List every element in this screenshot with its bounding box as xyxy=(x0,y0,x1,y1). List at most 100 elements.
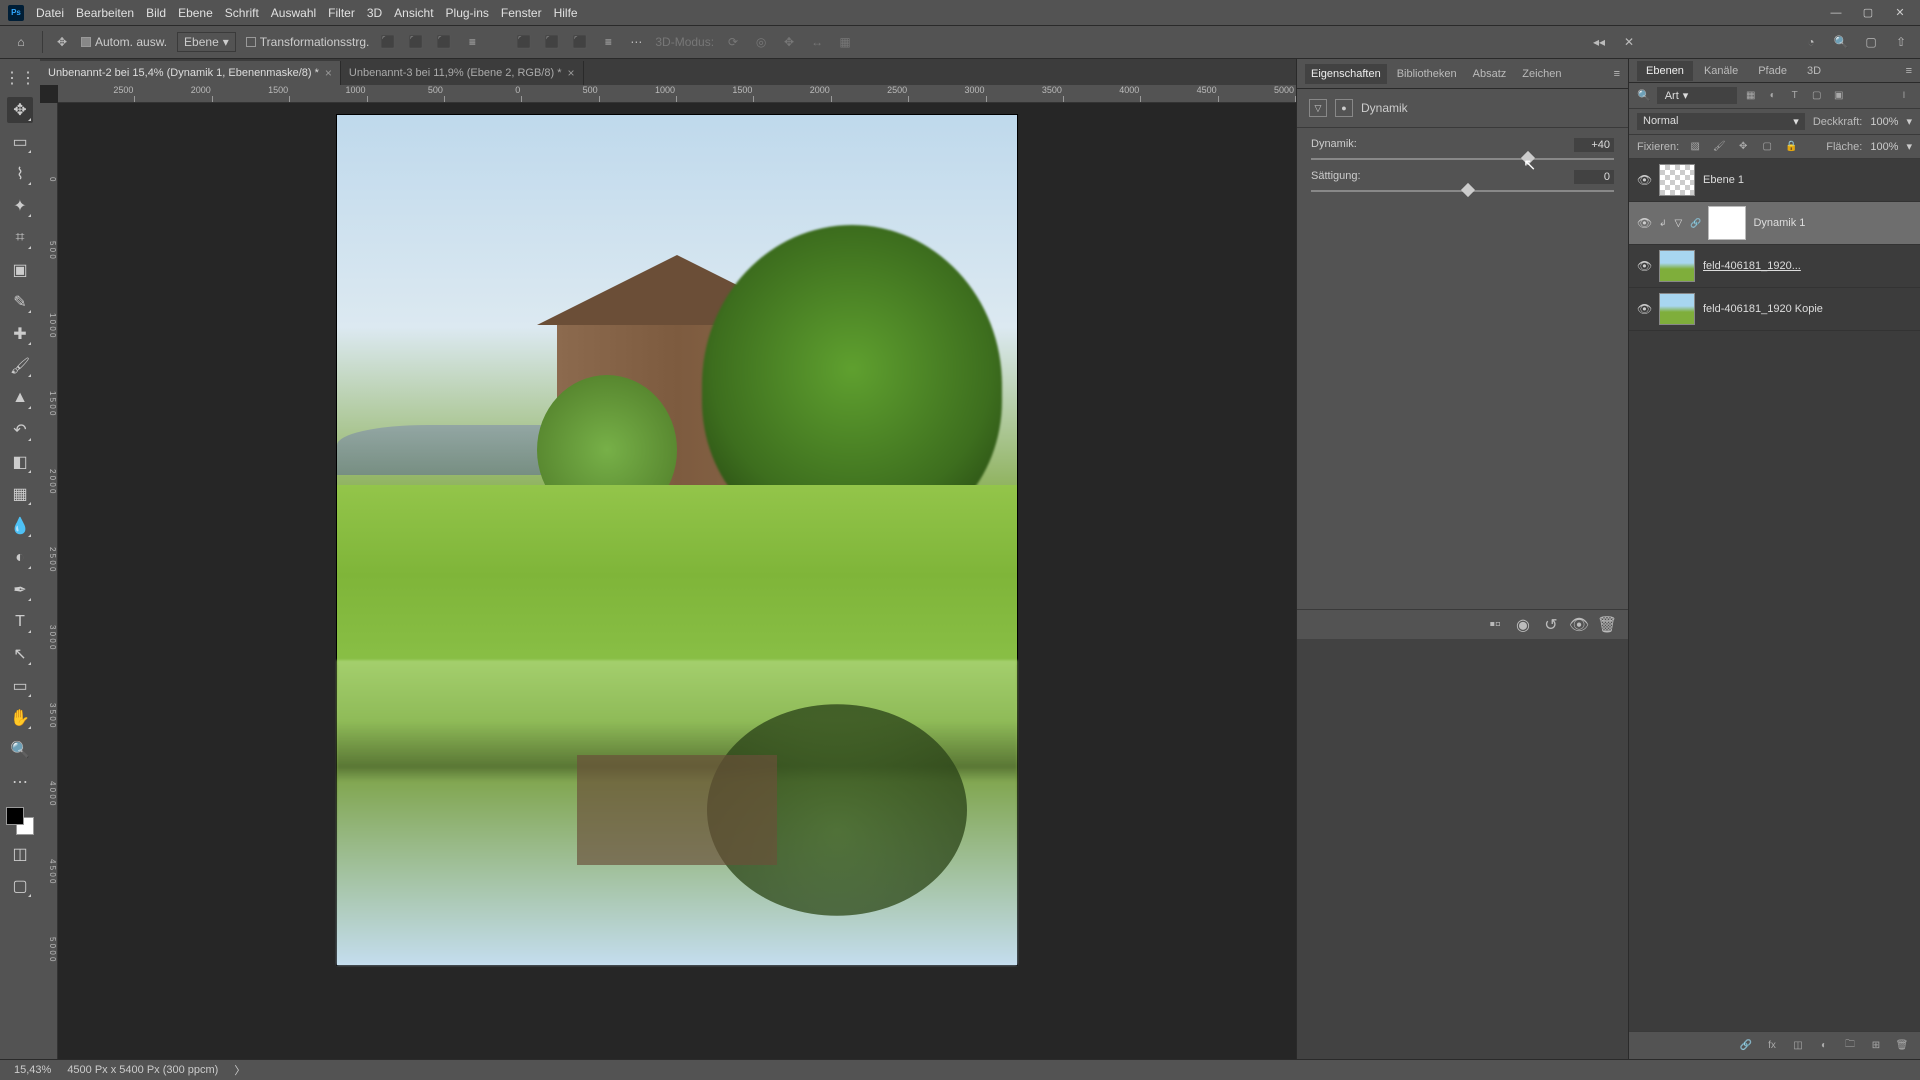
align-center-v-icon[interactable]: ⬛ xyxy=(543,33,561,51)
canvas-viewport[interactable] xyxy=(58,103,1296,1059)
gradient-tool[interactable]: ▦ xyxy=(7,481,33,507)
eyedropper-tool[interactable]: ✎ xyxy=(7,289,33,315)
tab-zeichen[interactable]: Zeichen xyxy=(1516,64,1567,84)
menu-filter[interactable]: Filter xyxy=(328,6,355,20)
healing-tool[interactable]: ✚ xyxy=(7,321,33,347)
opacity-value[interactable]: 100% xyxy=(1870,116,1898,128)
edit-toolbar[interactable]: ⋯ xyxy=(7,769,33,795)
dodge-tool[interactable]: ◐ xyxy=(7,545,33,571)
brush-tool[interactable]: 🖌 xyxy=(7,353,33,379)
add-mask-icon[interactable]: ◫ xyxy=(1790,1038,1806,1054)
align-center-h-icon[interactable]: ⬛ xyxy=(407,33,425,51)
align-top-icon[interactable]: ⬛ xyxy=(515,33,533,51)
align-right-icon[interactable]: ⬛ xyxy=(435,33,453,51)
tab-3d[interactable]: 3D xyxy=(1798,61,1830,81)
history-brush-tool[interactable]: ↶ xyxy=(7,417,33,443)
filter-shape-icon[interactable]: ▢ xyxy=(1809,88,1825,104)
saturation-slider[interactable] xyxy=(1311,190,1614,192)
ruler-vertical[interactable]: 0 5 0 0 1 0 0 0 1 5 0 0 2 0 0 0 2 5 0 0 … xyxy=(40,103,58,1059)
lasso-tool[interactable]: ⌇ xyxy=(7,161,33,187)
blend-mode-dropdown[interactable]: Normal▾ xyxy=(1637,113,1805,130)
auto-select-checkbox[interactable]: Autom. ausw. xyxy=(81,35,167,49)
menu-ansicht[interactable]: Ansicht xyxy=(394,6,433,20)
move-tool[interactable]: ✥ xyxy=(7,97,33,123)
ruler-horizontal[interactable]: 2500 2000 1500 1000 500 0 500 1000 1500 … xyxy=(58,85,1296,103)
filter-pixel-icon[interactable]: ▦ xyxy=(1743,88,1759,104)
transform-controls-checkbox[interactable]: Transformationsstrg. xyxy=(246,35,370,49)
reset-adjustment-icon[interactable]: ↺ xyxy=(1542,616,1560,634)
layer-visibility-toggle[interactable]: 👁 xyxy=(1637,173,1651,187)
menu-fenster[interactable]: Fenster xyxy=(501,6,542,20)
window-maximize[interactable]: ▢ xyxy=(1854,3,1882,23)
frame-tool[interactable]: ▣ xyxy=(7,257,33,283)
screen-mode-toggle[interactable]: ▢ xyxy=(7,873,33,899)
align-bottom-icon[interactable]: ⬛ xyxy=(571,33,589,51)
tab-absatz[interactable]: Absatz xyxy=(1467,64,1513,84)
distribute-v-icon[interactable]: ≡ xyxy=(599,33,617,51)
menu-datei[interactable]: Datei xyxy=(36,6,64,20)
distribute-h-icon[interactable]: ≡ xyxy=(463,33,481,51)
layer-filter-kind-dropdown[interactable]: Art▾ xyxy=(1657,87,1737,104)
layer-thumbnail[interactable] xyxy=(1659,250,1695,282)
blur-tool[interactable]: 💧 xyxy=(7,513,33,539)
tab-eigenschaften[interactable]: Eigenschaften xyxy=(1305,64,1387,84)
new-group-icon[interactable]: 🗀 xyxy=(1842,1038,1858,1054)
search-icon[interactable]: 🔍 xyxy=(1832,33,1850,51)
path-select-tool[interactable]: ↖ xyxy=(7,641,33,667)
close-tab-icon[interactable]: × xyxy=(325,66,332,80)
vibrance-value-field[interactable]: +40 xyxy=(1574,138,1614,152)
marquee-tool[interactable]: ▭ xyxy=(7,129,33,155)
zoom-level[interactable]: 15,43% xyxy=(14,1064,51,1076)
menu-plugins[interactable]: Plug-ins xyxy=(446,6,489,20)
filter-smart-icon[interactable]: ▣ xyxy=(1831,88,1847,104)
delete-adjustment-icon[interactable]: 🗑 xyxy=(1598,616,1616,634)
layer-visibility-toggle[interactable]: 👁 xyxy=(1637,302,1651,316)
stamp-tool[interactable]: ▲ xyxy=(7,385,33,411)
toggle-visibility-icon[interactable]: 👁 xyxy=(1570,616,1588,634)
crop-tool[interactable]: ⌗ xyxy=(7,225,33,251)
tool-handle[interactable]: ⋮⋮ xyxy=(7,65,33,91)
close-panel-icon[interactable]: ✕ xyxy=(1620,33,1638,51)
workspace-icon[interactable]: ▢ xyxy=(1862,33,1880,51)
chevron-down-icon[interactable]: ▾ xyxy=(1906,115,1912,128)
layer-name[interactable]: feld-406181_1920 Kopie xyxy=(1703,303,1912,315)
tab-pfade[interactable]: Pfade xyxy=(1749,61,1796,81)
delete-layer-icon[interactable]: 🗑 xyxy=(1894,1038,1910,1054)
menu-bearbeiten[interactable]: Bearbeiten xyxy=(76,6,134,20)
hand-tool[interactable]: ✋ xyxy=(7,705,33,731)
clip-to-layer-icon[interactable]: ▪▫ xyxy=(1486,616,1504,634)
panel-menu-icon[interactable]: ≡ xyxy=(1614,68,1620,80)
close-tab-icon[interactable]: × xyxy=(567,66,574,80)
layer-row[interactable]: 👁 ↲ ▽ 🔗 Dynamik 1 xyxy=(1629,202,1920,245)
filter-adjustment-icon[interactable]: ◐ xyxy=(1765,88,1781,104)
home-button[interactable]: ⌂ xyxy=(10,31,32,53)
magic-wand-tool[interactable]: ✦ xyxy=(7,193,33,219)
layer-visibility-toggle[interactable]: 👁 xyxy=(1637,259,1651,273)
type-tool[interactable]: T xyxy=(7,609,33,635)
document-tab-2[interactable]: Unbenannt-3 bei 11,9% (Ebene 2, RGB/8) *… xyxy=(341,61,584,85)
collapse-panels-icon[interactable]: ◂◂ xyxy=(1590,33,1608,51)
layer-row[interactable]: 👁 Ebene 1 xyxy=(1629,159,1920,202)
share-icon[interactable]: ⇧ xyxy=(1892,33,1910,51)
new-layer-icon[interactable]: ⊞ xyxy=(1868,1038,1884,1054)
filter-type-icon[interactable]: T xyxy=(1787,88,1803,104)
layers-panel-menu-icon[interactable]: ≡ xyxy=(1906,65,1920,77)
tab-kanaele[interactable]: Kanäle xyxy=(1695,61,1747,81)
shape-tool[interactable]: ▭ xyxy=(7,673,33,699)
lock-pixels-icon[interactable]: 🖌 xyxy=(1711,139,1727,155)
lock-position-icon[interactable]: ✥ xyxy=(1735,139,1751,155)
lock-artboard-icon[interactable]: ▢ xyxy=(1759,139,1775,155)
document-info[interactable]: 4500 Px x 5400 Px (300 ppcm) xyxy=(67,1064,218,1076)
more-options-icon[interactable]: ⋯ xyxy=(627,33,645,51)
link-layers-icon[interactable]: 🔗 xyxy=(1738,1038,1754,1054)
zoom-tool[interactable]: 🔍 xyxy=(7,737,33,763)
layer-visibility-toggle[interactable]: 👁 xyxy=(1637,216,1651,230)
lock-all-icon[interactable]: 🔒 xyxy=(1783,139,1799,155)
vibrance-slider[interactable] xyxy=(1311,158,1614,160)
menu-schrift[interactable]: Schrift xyxy=(225,6,259,20)
layer-style-icon[interactable]: fx xyxy=(1764,1038,1780,1054)
layer-name[interactable]: Ebene 1 xyxy=(1703,174,1912,186)
layer-row[interactable]: 👁 feld-406181_1920 Kopie xyxy=(1629,288,1920,331)
menu-hilfe[interactable]: Hilfe xyxy=(554,6,578,20)
layer-mask-thumbnail[interactable] xyxy=(1709,207,1745,239)
